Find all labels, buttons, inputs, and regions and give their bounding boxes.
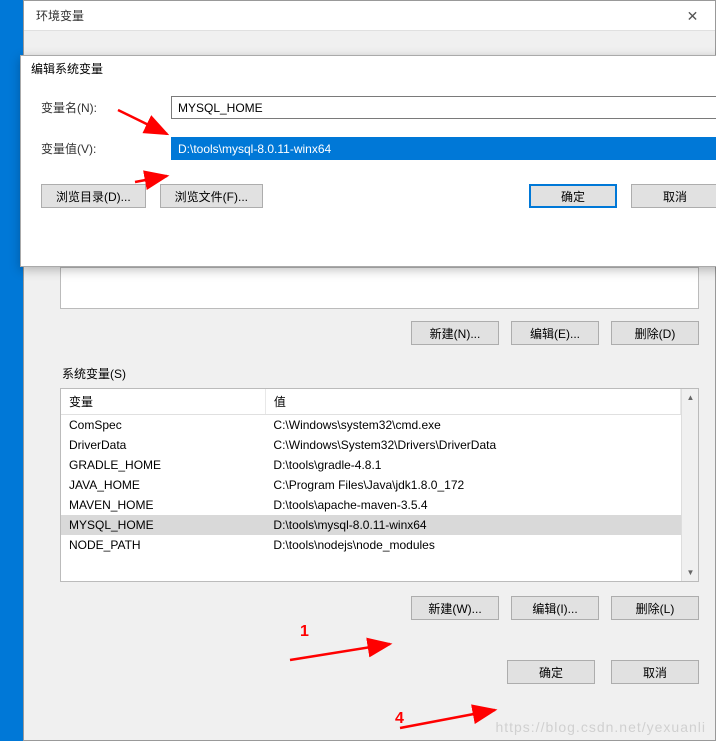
sysvar-name: MYSQL_HOME (61, 515, 265, 535)
uservar-new-button[interactable]: 新建(N)... (411, 321, 499, 345)
var-name-input[interactable] (171, 96, 716, 119)
outer-ok-button[interactable]: 确定 (507, 660, 595, 684)
sysvar-name: DriverData (61, 435, 265, 455)
outer-title-bar: 环境变量 ✕ (24, 1, 715, 31)
var-value-row: 变量值(V): (41, 137, 716, 160)
scrollbar[interactable]: ▲ ▼ (681, 389, 698, 581)
sysvar-delete-button[interactable]: 删除(L) (611, 596, 699, 620)
sysvar-value: C:\Windows\system32\cmd.exe (265, 415, 680, 436)
sysvar-value: C:\Program Files\Java\jdk1.8.0_172 (265, 475, 680, 495)
outer-title: 环境变量 (36, 7, 84, 24)
edit-dialog-buttons: 浏览目录(D)... 浏览文件(F)... 确定 取消 (41, 184, 716, 208)
outer-footer-buttons: 确定 取消 (60, 660, 699, 684)
sysvar-value: D:\tools\mysql-8.0.11-winx64 (265, 515, 680, 535)
sysvar-value: D:\tools\nodejs\node_modules (265, 535, 680, 555)
sysvar-value: D:\tools\gradle-4.8.1 (265, 455, 680, 475)
scroll-down-icon[interactable]: ▼ (682, 564, 699, 581)
sysvar-edit-button[interactable]: 编辑(I)... (511, 596, 599, 620)
uservar-delete-button[interactable]: 删除(D) (611, 321, 699, 345)
table-row[interactable]: JAVA_HOMEC:\Program Files\Java\jdk1.8.0_… (61, 475, 681, 495)
env-vars-dialog: 环境变量 ✕ 编辑系统变量 › 变量名(N): 变量值(V): 浏览目录(D).… (23, 0, 716, 741)
table-row[interactable]: GRADLE_HOMED:\tools\gradle-4.8.1 (61, 455, 681, 475)
sysvar-value: D:\tools\apache-maven-3.5.4 (265, 495, 680, 515)
table-row[interactable]: ComSpecC:\Windows\system32\cmd.exe (61, 415, 681, 436)
var-name-label: 变量名(N): (41, 99, 171, 116)
sysvar-name: JAVA_HOME (61, 475, 265, 495)
edit-dialog-title: 编辑系统变量 (31, 62, 103, 76)
annotation-1: 1 (300, 623, 309, 641)
watermark: https://blog.csdn.net/yexuanli (495, 719, 706, 735)
sysvars-header-val[interactable]: 值 (265, 389, 680, 415)
sysvar-value: C:\Windows\System32\Drivers\DriverData (265, 435, 680, 455)
outer-content: 新建(N)... 编辑(E)... 删除(D) 系统变量(S) 变量 值 Com… (44, 267, 715, 740)
edit-dialog-title-bar: 编辑系统变量 › (21, 56, 716, 78)
sysvars-header-var[interactable]: 变量 (61, 389, 265, 415)
var-value-label: 变量值(V): (41, 140, 171, 157)
edit-cancel-button[interactable]: 取消 (631, 184, 716, 208)
table-row[interactable]: NODE_PATHD:\tools\nodejs\node_modules (61, 535, 681, 555)
outer-cancel-button[interactable]: 取消 (611, 660, 699, 684)
table-row[interactable]: DriverDataC:\Windows\System32\Drivers\Dr… (61, 435, 681, 455)
sysvars-listbox[interactable]: 变量 值 ComSpecC:\Windows\system32\cmd.exeD… (60, 388, 699, 582)
annotation-4: 4 (395, 710, 404, 728)
table-row[interactable]: MYSQL_HOMED:\tools\mysql-8.0.11-winx64 (61, 515, 681, 535)
edit-ok-button[interactable]: 确定 (529, 184, 617, 208)
close-icon[interactable]: ✕ (670, 1, 715, 31)
sysvars-buttons: 新建(W)... 编辑(I)... 删除(L) (60, 596, 699, 620)
sysvar-name: GRADLE_HOME (61, 455, 265, 475)
user-vars-listbox[interactable] (60, 267, 699, 309)
uservar-edit-button[interactable]: 编辑(E)... (511, 321, 599, 345)
var-value-input[interactable] (171, 137, 716, 160)
sysvar-name: ComSpec (61, 415, 265, 436)
var-name-row: 变量名(N): (41, 96, 716, 119)
sysvars-section-label: 系统变量(S) (62, 365, 715, 382)
sysvar-new-button[interactable]: 新建(W)... (411, 596, 499, 620)
user-vars-buttons: 新建(N)... 编辑(E)... 删除(D) (60, 321, 699, 345)
browse-file-button[interactable]: 浏览文件(F)... (160, 184, 263, 208)
scroll-up-icon[interactable]: ▲ (682, 389, 699, 406)
sysvars-table: 变量 值 ComSpecC:\Windows\system32\cmd.exeD… (61, 389, 681, 555)
edit-sysvar-dialog: 编辑系统变量 › 变量名(N): 变量值(V): 浏览目录(D)... 浏览文件… (20, 55, 716, 267)
browse-dir-button[interactable]: 浏览目录(D)... (41, 184, 146, 208)
sysvar-name: NODE_PATH (61, 535, 265, 555)
table-row[interactable]: MAVEN_HOMED:\tools\apache-maven-3.5.4 (61, 495, 681, 515)
sysvar-name: MAVEN_HOME (61, 495, 265, 515)
